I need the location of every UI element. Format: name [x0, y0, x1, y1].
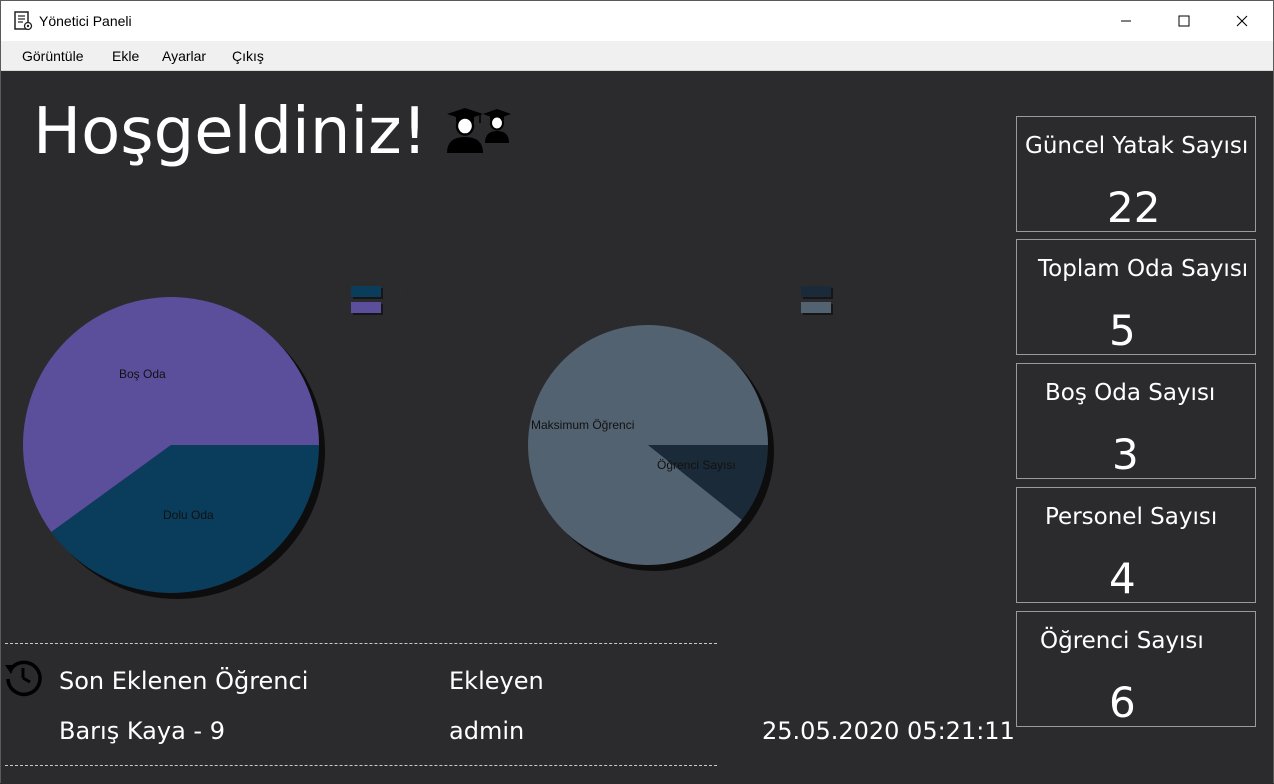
legend-swatch	[801, 285, 831, 297]
stat-card-current-beds: Güncel Yatak Sayısı 22	[1016, 116, 1256, 232]
last-added-student-name: Barış Kaya - 9	[59, 717, 225, 745]
menu-bar: Görüntüle Ekle Ayarlar Çıkış	[1, 41, 1273, 71]
legend-item-maksimum-ogrenci: Maksimum Öğrenci	[801, 299, 938, 315]
legend-label: Boş Oda	[385, 300, 432, 314]
last-added-student-header: Son Eklenen Öğrenci	[59, 667, 309, 695]
welcome-heading: Hoşgeldiniz!	[33, 95, 428, 169]
student-capacity-pie-chart	[528, 325, 774, 571]
stat-card-empty-rooms: Boş Oda Sayısı 3	[1016, 363, 1256, 479]
stat-value: 22	[1107, 183, 1161, 232]
window-title: Yönetici Paneli	[39, 13, 132, 29]
stat-value: 6	[1109, 678, 1136, 727]
stat-title: Toplam Oda Sayısı	[1038, 256, 1249, 282]
stat-title: Personel Sayısı	[1045, 504, 1218, 530]
stat-title: Güncel Yatak Sayısı	[1025, 133, 1249, 159]
added-by-header: Ekleyen	[449, 667, 544, 695]
legend-swatch	[351, 285, 381, 297]
student-chart-legend: Öğrenci Sayısı Maksimum Öğrenci	[801, 283, 938, 315]
legend-label: Öğrenci Sayısı	[835, 284, 914, 298]
legend-swatch	[801, 301, 831, 313]
graduates-icon	[447, 108, 511, 153]
pie-label-maksimum-ogrenci: Maksimum Öğrenci	[531, 418, 635, 432]
menu-item-add[interactable]: Ekle	[112, 48, 139, 64]
app-window: Yönetici Paneli Görüntüle Ekle Ayarlar Ç…	[0, 0, 1274, 784]
maximize-button[interactable]	[1155, 1, 1213, 41]
stat-card-staff: Personel Sayısı 4	[1016, 487, 1256, 603]
divider-top	[5, 643, 717, 644]
legend-label: Maksimum Öğrenci	[835, 300, 939, 314]
added-datetime: 25.05.2020 05:21:11	[762, 717, 1015, 745]
close-icon	[1236, 15, 1248, 27]
menu-item-settings[interactable]: Ayarlar	[162, 48, 206, 64]
divider-bottom	[5, 765, 717, 766]
room-occupancy-pie-chart	[22, 297, 325, 599]
room-chart-legend: Dolu Oda Boş Oda	[351, 283, 436, 315]
stat-card-total-rooms: Toplam Oda Sayısı 5	[1016, 239, 1256, 355]
stat-value: 3	[1112, 430, 1139, 479]
history-icon	[5, 660, 42, 697]
menu-item-exit[interactable]: Çıkış	[232, 48, 264, 64]
menu-item-view[interactable]: Görüntüle	[22, 48, 83, 64]
pie-label-bos-oda: Boş Oda	[119, 367, 166, 381]
close-button[interactable]	[1213, 1, 1271, 41]
dashboard-content: Hoşgeldiniz! Dolu Oda Boş Oda Dolu Oda B…	[1, 71, 1273, 784]
legend-item-bos-oda: Boş Oda	[351, 299, 436, 315]
stat-title: Öğrenci Sayısı	[1040, 628, 1204, 654]
legend-swatch	[351, 301, 381, 313]
stat-value: 4	[1109, 554, 1136, 603]
minimize-button[interactable]	[1097, 1, 1155, 41]
added-by-name: admin	[449, 717, 525, 745]
pie-label-ogrenci-sayisi: Öğrenci Sayısı	[657, 458, 736, 472]
pie-label-dolu-oda: Dolu Oda	[163, 508, 214, 522]
pie-slice-maksimum-öğrenci	[528, 325, 768, 565]
maximize-icon	[1178, 15, 1190, 27]
stat-value: 5	[1109, 306, 1136, 355]
title-bar[interactable]: Yönetici Paneli	[1, 1, 1273, 41]
app-icon	[14, 11, 33, 31]
stat-title: Boş Oda Sayısı	[1045, 380, 1216, 406]
minimize-icon	[1121, 20, 1131, 22]
legend-item-dolu-oda: Dolu Oda	[351, 283, 436, 299]
legend-label: Dolu Oda	[385, 284, 436, 298]
legend-item-ogrenci-sayisi: Öğrenci Sayısı	[801, 283, 938, 299]
stat-card-students: Öğrenci Sayısı 6	[1016, 611, 1256, 727]
